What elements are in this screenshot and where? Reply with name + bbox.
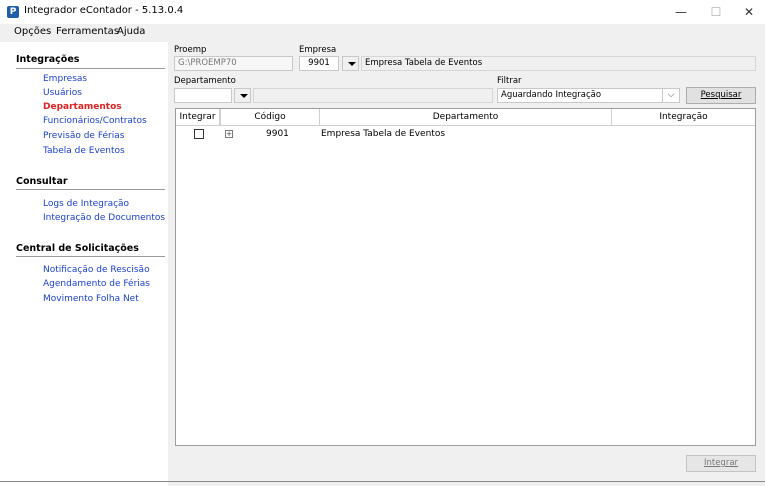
sidebar-item-funcionarios-contratos[interactable]: Funcionários/Contratos <box>43 116 147 126</box>
sidebar-item-integracao-documentos[interactable]: Integração de Documentos <box>43 213 165 223</box>
departamento-label: Departamento <box>174 76 236 86</box>
column-header-departamento[interactable]: Departamento <box>320 109 612 126</box>
section-title-consultar: Consultar <box>16 176 68 187</box>
menu-ferramentas[interactable]: Ferramentas <box>56 26 119 37</box>
departamento-code-field[interactable] <box>174 88 232 103</box>
menu-ajuda[interactable]: Ajuda <box>117 26 145 37</box>
menu-bar: Opções Ferramentas Ajuda <box>0 24 765 42</box>
close-button[interactable]: ✕ <box>732 0 765 24</box>
section-divider <box>16 68 165 69</box>
minimize-button[interactable]: — <box>664 0 698 24</box>
integrar-button[interactable]: Integrar <box>686 455 756 472</box>
sidebar-item-movimento-folha-net[interactable]: Movimento Folha Net <box>43 294 139 304</box>
chevron-down-icon[interactable]: ⌵ <box>663 88 680 103</box>
column-header-integrar[interactable]: Integrar <box>176 109 220 126</box>
integrar-button-label: Integrar <box>703 458 739 468</box>
cell-departamento: Empresa Tabela de Eventos <box>321 129 446 139</box>
departamentos-grid: Integrar Código Departamento Integração … <box>175 108 756 446</box>
chevron-down-icon <box>240 94 248 98</box>
menu-opcoes[interactable]: Opções <box>14 26 51 37</box>
grid-header: Integrar Código Departamento Integração <box>176 109 755 126</box>
sidebar-item-empresas[interactable]: Empresas <box>43 74 87 84</box>
title-bar: P Integrador eContador - 5.13.0.4 — ☐ ✕ <box>0 0 765 24</box>
column-header-integracao[interactable]: Integração <box>612 109 755 126</box>
sidebar-item-previsao-ferias[interactable]: Previsão de Férias <box>43 131 124 141</box>
pesquisar-button[interactable]: Pesquisar <box>686 87 756 104</box>
sidebar-item-agendamento-ferias[interactable]: Agendamento de Férias <box>43 279 150 289</box>
pesquisar-button-label: Pesquisar <box>700 90 742 100</box>
empresa-name-field: Empresa Tabela de Eventos <box>361 56 756 71</box>
sidebar: Integrações Empresas Usuários Departamen… <box>0 42 168 486</box>
departamento-dropdown-button[interactable] <box>234 88 251 103</box>
sidebar-item-logs-integracao[interactable]: Logs de Integração <box>43 199 129 209</box>
filtrar-label: Filtrar <box>497 76 522 86</box>
sidebar-item-departamentos[interactable]: Departamentos <box>43 102 122 112</box>
section-title-integracoes: Integrações <box>16 54 80 65</box>
window-bottom-border <box>0 481 765 482</box>
chevron-down-icon <box>348 62 356 66</box>
integrar-checkbox[interactable] <box>194 129 204 139</box>
proemp-field[interactable]: G:\PROEMP70 <box>174 56 293 71</box>
maximize-button[interactable]: ☐ <box>699 0 733 24</box>
expand-icon[interactable]: + <box>225 130 233 138</box>
empresa-label: Empresa <box>299 45 337 55</box>
departamento-name-field <box>253 88 493 103</box>
section-title-central-solicitacoes: Central de Solicitações <box>16 243 139 254</box>
filtrar-select[interactable]: Aguardando Integração <box>497 88 663 103</box>
section-divider <box>16 256 165 257</box>
sidebar-item-usuarios[interactable]: Usuários <box>43 88 82 98</box>
empresa-dropdown-button[interactable] <box>342 56 359 71</box>
sidebar-item-notificacao-rescisao[interactable]: Notificação de Rescisão <box>43 265 150 275</box>
cell-codigo: 9901 <box>266 129 289 139</box>
table-row[interactable]: + 9901 Empresa Tabela de Eventos <box>176 127 755 141</box>
sidebar-item-tabela-eventos[interactable]: Tabela de Eventos <box>43 146 125 156</box>
proemp-label: Proemp <box>174 45 207 55</box>
app-icon: P <box>7 6 19 18</box>
window-title: Integrador eContador - 5.13.0.4 <box>24 5 184 16</box>
section-divider <box>16 189 165 190</box>
column-header-codigo[interactable]: Código <box>220 109 320 126</box>
empresa-code-field[interactable]: 9901 <box>299 56 339 71</box>
